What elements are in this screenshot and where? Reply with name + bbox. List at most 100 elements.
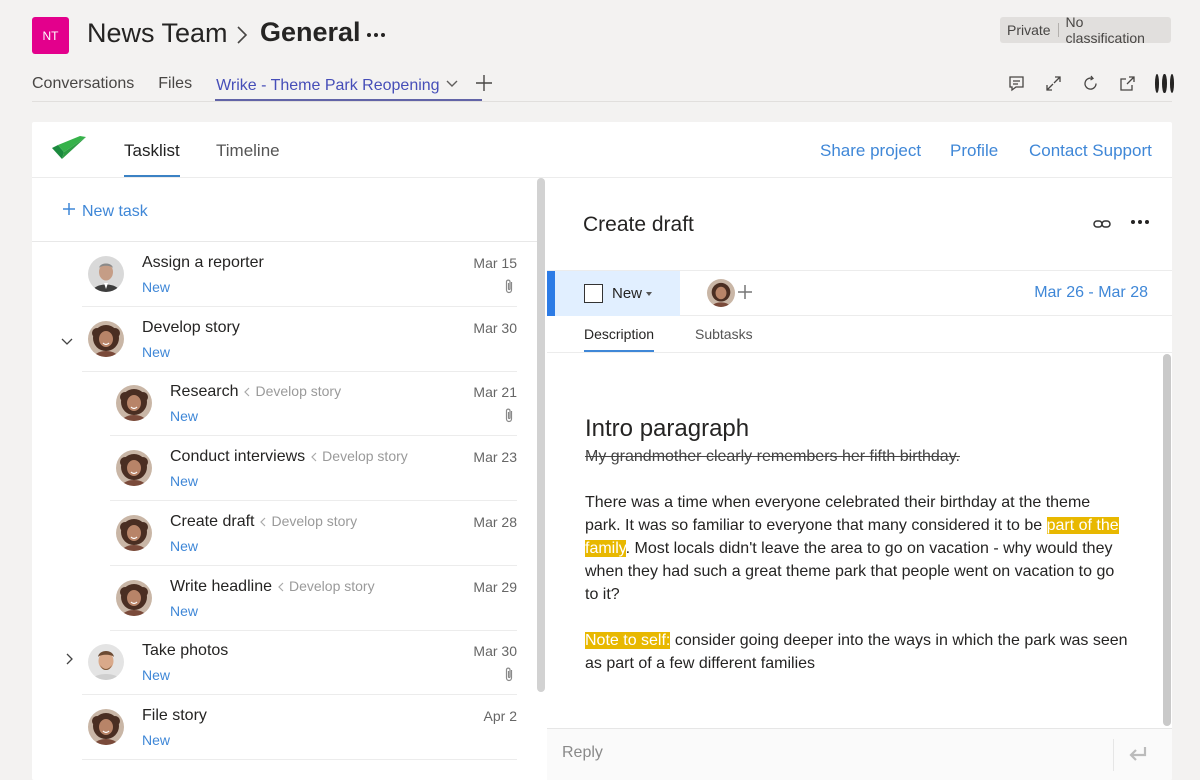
more-icon[interactable]: [1131, 220, 1149, 224]
due-date: Mar 21: [473, 384, 517, 401]
task-name: Assign a reporter: [142, 254, 264, 272]
popout-icon[interactable]: [1118, 74, 1137, 93]
parent-task: Develop story: [311, 448, 408, 464]
privacy-badge: Private No classification: [1000, 14, 1171, 46]
task-name-text: Assign a reporter: [142, 254, 264, 271]
team-avatar[interactable]: NT: [32, 17, 69, 54]
task-name: Take photos: [142, 642, 228, 660]
share-project-link[interactable]: Share project: [820, 141, 921, 161]
new-task-label: New task: [82, 202, 148, 220]
chevron-down-icon[interactable]: [446, 75, 458, 93]
date-range[interactable]: Mar 26 - Mar 28: [1034, 284, 1148, 302]
task-row[interactable]: Develop story New Mar 30: [61, 307, 517, 372]
contact-support-link[interactable]: Contact Support: [1029, 141, 1152, 161]
chevron-right-icon: [235, 24, 249, 51]
team-name[interactable]: News Team: [87, 18, 228, 49]
tab-wrike[interactable]: Wrike - Theme Park Reopening: [215, 75, 482, 102]
task-row[interactable]: Assign a reporter New Mar 15: [82, 242, 517, 307]
tab-subtasks[interactable]: Subtasks: [695, 326, 753, 350]
description-paragraph: There was a time when everyone celebrate…: [585, 491, 1130, 606]
status-label: New: [142, 343, 171, 360]
attachment-icon: [503, 278, 515, 300]
scrollbar[interactable]: [1163, 354, 1171, 726]
classification-label: No classification: [1065, 14, 1145, 46]
wrike-app: Tasklist Timeline Share project Profile …: [32, 122, 1172, 780]
add-tab-icon[interactable]: [474, 73, 494, 93]
description-note: Note to self: consider going deeper into…: [585, 629, 1130, 675]
task-name: Research Develop story: [170, 383, 341, 401]
due-date: Mar 30: [473, 319, 517, 336]
tabs-divider: [32, 101, 1172, 102]
status-dropdown[interactable]: New: [547, 271, 680, 316]
plus-icon: [62, 202, 76, 221]
description-heading: Intro paragraph: [585, 415, 750, 442]
subtask-row[interactable]: Research Develop story New Mar 21: [110, 371, 517, 437]
status-label: New: [142, 667, 171, 684]
subtask-row[interactable]: Create draft Develop story New Mar 28: [110, 501, 517, 566]
avatar: [116, 514, 152, 551]
task-name: File story: [142, 707, 207, 725]
text-run: . Most locals didn't leave the area to g…: [585, 540, 1115, 603]
task-name: Create draft Develop story: [170, 513, 357, 531]
avatar: [116, 450, 152, 487]
status-label: New: [170, 408, 199, 425]
add-assignee-icon[interactable]: [737, 284, 753, 305]
task-name: Conduct interviews Develop story: [170, 448, 408, 466]
subtask-row[interactable]: Conduct interviews Develop story New Mar 23: [110, 436, 517, 502]
channel-more-icon[interactable]: [367, 26, 387, 44]
complete-checkbox[interactable]: [584, 284, 603, 303]
tab-label: Files: [158, 75, 193, 92]
tab-label: Conversations: [32, 75, 135, 92]
task-status-bar: New Mar 26 - Mar 28: [547, 270, 1172, 316]
avatar: [116, 385, 152, 422]
due-date: Apr 2: [483, 707, 517, 724]
expand-icon[interactable]: [1044, 74, 1063, 93]
channel-tabs: Conversations Files Wrike - Theme Park R…: [32, 75, 482, 102]
task-name: Develop story: [142, 319, 240, 337]
more-icon[interactable]: [1155, 74, 1174, 93]
parent-task-label: Develop story: [271, 512, 358, 529]
task-name-text: Research: [170, 383, 239, 401]
due-date: Mar 29: [473, 578, 517, 595]
refresh-icon[interactable]: [1081, 74, 1100, 93]
text-run: There was a time when everyone celebrate…: [585, 494, 1091, 534]
tab-conversations[interactable]: Conversations: [32, 75, 134, 99]
description-editor[interactable]: Intro paragraph My grandmother clearly r…: [585, 413, 1130, 675]
chevron-right-icon[interactable]: [66, 652, 74, 670]
tab-description[interactable]: Description: [584, 326, 655, 352]
link-icon[interactable]: [1093, 217, 1111, 235]
chat-icon[interactable]: [1007, 74, 1026, 93]
app-navbar: Tasklist Timeline Share project Profile …: [32, 122, 1172, 178]
parent-task-label: Develop story: [288, 577, 375, 594]
parent-task: Develop story: [278, 578, 375, 594]
parent-task: Develop story: [260, 513, 357, 529]
tab-files[interactable]: Files: [158, 75, 192, 99]
status-label: New: [612, 285, 643, 302]
task-list-pane: New task Assign a reporter New Mar 15 Devel…: [32, 178, 537, 780]
task-name-text: Develop story: [142, 318, 240, 336]
reply-bar: Reply: [547, 728, 1172, 780]
tab-timeline[interactable]: Timeline: [216, 141, 280, 161]
status-label: New: [142, 731, 171, 748]
tab-tasklist[interactable]: Tasklist: [124, 141, 180, 177]
new-task-button[interactable]: New task: [62, 202, 148, 221]
task-title[interactable]: Create draft: [583, 213, 694, 237]
reply-input[interactable]: Reply: [562, 744, 603, 762]
enter-icon[interactable]: [1128, 745, 1148, 768]
scrollbar[interactable]: [537, 178, 545, 692]
channel-name[interactable]: General: [260, 17, 361, 48]
avatar: [88, 708, 124, 745]
profile-link[interactable]: Profile: [950, 141, 998, 161]
task-row[interactable]: File story New Apr 2: [82, 695, 517, 760]
task-row[interactable]: Take photos New Mar 30: [66, 630, 517, 696]
due-date: Mar 23: [473, 449, 517, 466]
due-date: Mar 15: [473, 255, 517, 271]
subtask-row[interactable]: Write headline Develop story New Mar 29: [110, 566, 517, 631]
chevron-down-icon[interactable]: [61, 333, 73, 351]
task-name-text: Take photos: [142, 642, 229, 660]
task-name-text: Write headline: [170, 577, 272, 595]
avatar: [88, 256, 124, 292]
parent-task-label: Develop story: [322, 448, 408, 465]
due-date: Mar 28: [473, 513, 517, 530]
assignee-avatar[interactable]: [707, 279, 735, 307]
